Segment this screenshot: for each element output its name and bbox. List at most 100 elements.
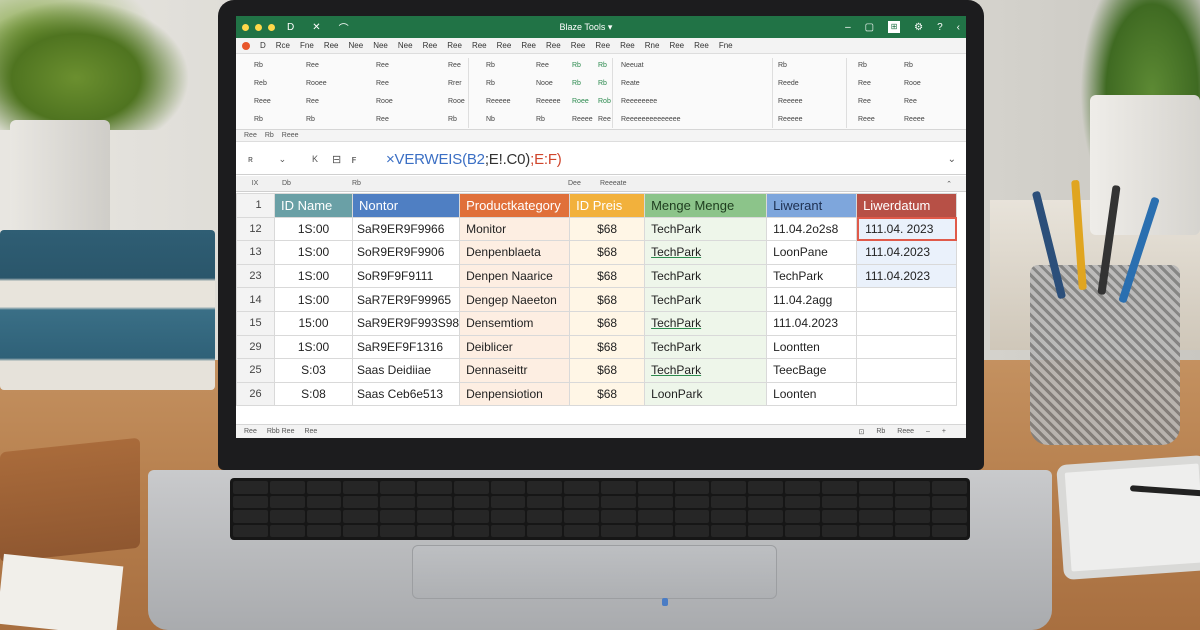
row-header[interactable]: 12 bbox=[236, 216, 275, 242]
cell-id[interactable]: S:08 bbox=[274, 381, 353, 407]
column-header-quantity[interactable]: Menge Menge bbox=[644, 193, 768, 218]
cell-price[interactable]: $68 bbox=[569, 310, 646, 336]
cell-supplier[interactable]: TechPark bbox=[766, 263, 858, 289]
cell-price[interactable]: $68 bbox=[569, 216, 646, 242]
column-letter[interactable]: Rb bbox=[352, 180, 568, 187]
column-header-price[interactable]: ID Preis bbox=[569, 193, 646, 218]
row-header[interactable]: 13 bbox=[236, 240, 275, 265]
ribbon-command[interactable]: Reeeee bbox=[486, 98, 511, 105]
ribbon-command[interactable]: Rb bbox=[858, 62, 867, 69]
ribbon-tab[interactable]: Ree bbox=[694, 41, 709, 50]
ribbon-command[interactable]: Rb bbox=[254, 116, 263, 123]
ribbon-command[interactable]: Rb bbox=[598, 80, 607, 87]
row-header[interactable]: 29 bbox=[236, 334, 275, 360]
cell-price[interactable]: $68 bbox=[569, 381, 646, 407]
cell-name[interactable]: SaR9ER9F993S98 bbox=[351, 310, 461, 336]
ribbon-command[interactable]: Reeee bbox=[572, 116, 593, 123]
cell-category[interactable]: Denpen Naarice bbox=[459, 263, 571, 289]
ribbon-command[interactable]: Reee bbox=[858, 116, 875, 123]
row-header[interactable]: 23 bbox=[236, 263, 275, 289]
ribbon-command[interactable]: Reede bbox=[778, 80, 799, 87]
ribbon-tab[interactable]: Ree bbox=[447, 41, 462, 50]
cell-quantity[interactable]: TechPark bbox=[644, 310, 768, 336]
ribbon-command[interactable]: Rb bbox=[598, 62, 607, 69]
save-button[interactable]: D bbox=[281, 22, 300, 33]
ribbon-command[interactable]: Rooe bbox=[376, 98, 393, 105]
name-box[interactable]: ʀ ⌄ K bbox=[236, 154, 326, 165]
cell-category[interactable]: Monitor bbox=[459, 216, 571, 242]
ribbon-command[interactable]: Ree bbox=[858, 80, 871, 87]
cell-category[interactable]: Denpensiotion bbox=[459, 381, 571, 407]
toolbar-item[interactable]: Ree bbox=[244, 132, 257, 139]
chevron-down-icon[interactable]: ⌄ bbox=[279, 154, 287, 165]
cell-supplier[interactable]: 11.04.2o2s8 bbox=[766, 216, 858, 242]
select-all-corner[interactable]: IX bbox=[236, 180, 274, 187]
ribbon-command[interactable]: Ree bbox=[376, 116, 389, 123]
ribbon-command[interactable]: Nooe bbox=[536, 80, 553, 87]
cell-date[interactable]: 111.04.2023 bbox=[856, 263, 958, 289]
ribbon-command[interactable]: Rb bbox=[486, 62, 495, 69]
cell-quantity[interactable]: TechPark bbox=[644, 216, 768, 242]
file-menu-icon[interactable] bbox=[242, 41, 250, 50]
window-dot[interactable] bbox=[255, 23, 262, 31]
settings-icon[interactable]: ⚙ bbox=[914, 22, 923, 33]
view-normal-icon[interactable]: ⊡ bbox=[858, 428, 864, 436]
window-dot[interactable] bbox=[242, 23, 249, 31]
ribbon-command[interactable]: Ree bbox=[448, 62, 461, 69]
cell-quantity[interactable]: LoonPark bbox=[644, 381, 768, 407]
cell-name[interactable]: SoR9F9F9111 bbox=[351, 263, 461, 289]
ribbon-command[interactable]: Rb bbox=[778, 62, 787, 69]
ribbon-command[interactable]: Rb bbox=[572, 62, 581, 69]
row-header[interactable]: 1 bbox=[236, 193, 275, 218]
ribbon-command[interactable]: Rb bbox=[536, 116, 545, 123]
ribbon-tab[interactable]: Ree bbox=[423, 41, 438, 50]
ribbon-tab[interactable]: Fne bbox=[719, 41, 733, 50]
cell-date[interactable] bbox=[856, 310, 958, 336]
column-header-supplier[interactable]: Liwerant bbox=[766, 193, 858, 218]
ribbon-command[interactable]: Reeeee bbox=[778, 98, 803, 105]
row-header[interactable]: 26 bbox=[236, 381, 275, 407]
ribbon-tab[interactable]: Ree bbox=[546, 41, 561, 50]
expand-formula-icon[interactable]: ⌄ bbox=[948, 154, 956, 165]
ribbon-tab[interactable]: Ree bbox=[571, 41, 586, 50]
ribbon-tab[interactable]: Nee bbox=[373, 41, 388, 50]
cell-supplier[interactable]: Loontten bbox=[766, 334, 858, 360]
chevron-up-icon[interactable]: ⌃ bbox=[946, 180, 966, 188]
cell-price[interactable]: $68 bbox=[569, 240, 646, 265]
ribbon-command[interactable]: Rb bbox=[572, 80, 581, 87]
ribbon-tab[interactable]: Rne bbox=[645, 41, 660, 50]
column-letter[interactable]: Dee bbox=[568, 180, 600, 187]
cell-category[interactable]: Dennaseittr bbox=[459, 358, 571, 383]
cell-price[interactable]: $68 bbox=[569, 334, 646, 360]
ribbon-command[interactable]: Rrer bbox=[448, 80, 462, 87]
row-header[interactable]: 25 bbox=[236, 358, 275, 383]
ribbon-command[interactable]: Rooee bbox=[306, 80, 327, 87]
cell-supplier[interactable]: LoonPane bbox=[766, 240, 858, 265]
help-icon[interactable]: ? bbox=[937, 22, 943, 33]
cell-id[interactable]: 1S:00 bbox=[274, 216, 353, 242]
cell-date[interactable]: 111.04.2023 bbox=[856, 240, 958, 265]
ribbon-command[interactable]: Rb bbox=[254, 62, 263, 69]
ribbon-command[interactable]: Reeeee bbox=[536, 98, 561, 105]
ribbon-command[interactable]: Rb bbox=[306, 116, 315, 123]
ribbon-command[interactable]: Ree bbox=[858, 98, 871, 105]
cell-quantity[interactable]: TechPark bbox=[644, 263, 768, 289]
close-icon[interactable]: ‹ bbox=[957, 22, 960, 33]
cell-id[interactable]: 1S:00 bbox=[274, 240, 353, 265]
cell-quantity[interactable]: TechPark bbox=[644, 358, 768, 383]
ribbon-command[interactable]: Roee bbox=[572, 98, 589, 105]
cell-name[interactable]: SaR9ER9F9966 bbox=[351, 216, 461, 242]
cell-name[interactable]: Saas Ceb6e513 bbox=[351, 381, 461, 407]
ribbon-command[interactable]: Nb bbox=[486, 116, 495, 123]
cell-supplier[interactable]: TeecBage bbox=[766, 358, 858, 383]
cell-date[interactable] bbox=[856, 287, 958, 312]
ribbon-tab[interactable]: Ree bbox=[497, 41, 512, 50]
ribbon-tab[interactable]: Nee bbox=[349, 41, 364, 50]
ribbon-tab[interactable]: Ree bbox=[472, 41, 487, 50]
cell-date[interactable] bbox=[856, 381, 958, 407]
ribbon-command[interactable]: Ree bbox=[306, 62, 319, 69]
cancel-icon[interactable]: K bbox=[312, 154, 318, 165]
ribbon-command[interactable]: Rob bbox=[598, 98, 611, 105]
column-header-name[interactable]: Nontor bbox=[351, 193, 461, 218]
ribbon-command[interactable]: Reate bbox=[621, 80, 640, 87]
